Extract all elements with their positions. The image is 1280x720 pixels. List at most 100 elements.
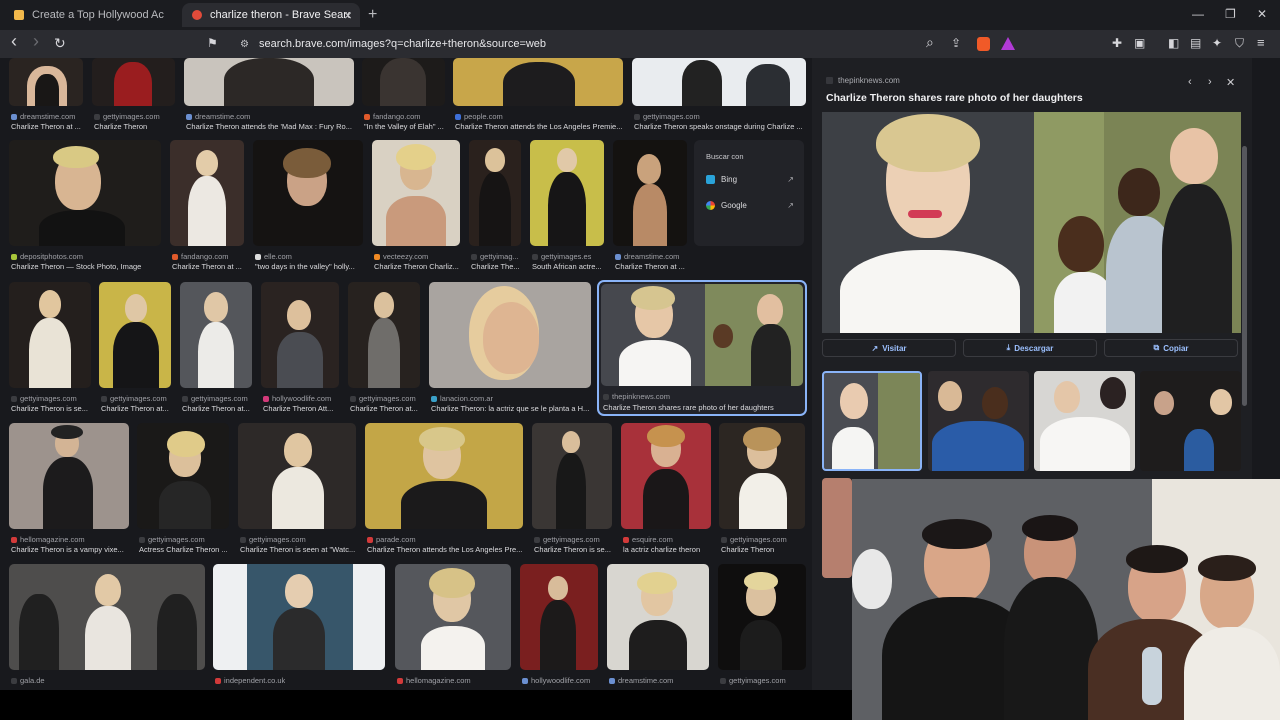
result-title[interactable]: Charlize Theron shares rare photo of her…: [603, 403, 774, 412]
result-source[interactable]: people.com: [455, 112, 503, 121]
leo-ai-icon[interactable]: ✦: [1212, 36, 1222, 50]
result-source[interactable]: fandango.com: [172, 252, 229, 261]
result-thumbnail[interactable]: [261, 282, 339, 388]
result-source[interactable]: gettyimages.es: [532, 252, 591, 261]
maximize-button[interactable]: ❐: [1225, 7, 1236, 21]
result-thumbnail[interactable]: [213, 564, 385, 670]
wallet-card-icon[interactable]: ▤: [1190, 36, 1201, 50]
result-thumbnail[interactable]: [607, 564, 709, 670]
result-source[interactable]: dreamstime.com: [609, 676, 673, 685]
result-title[interactable]: South African actre...: [532, 262, 602, 271]
result-source[interactable]: vecteezy.com: [374, 252, 428, 261]
result-thumbnail[interactable]: [520, 564, 598, 670]
related-image[interactable]: [822, 478, 852, 578]
result-thumbnail[interactable]: [238, 423, 356, 529]
bookmark-icon[interactable]: ⚑: [207, 36, 218, 50]
rewards-triangle-icon[interactable]: [1001, 37, 1015, 50]
preview-source[interactable]: thepinknews.com: [826, 76, 900, 85]
result-thumbnail[interactable]: [9, 140, 161, 246]
result-title[interactable]: Charlize Theron attends the Los Angeles …: [455, 122, 622, 131]
result-thumbnail[interactable]: [632, 58, 806, 106]
result-thumbnail[interactable]: [99, 282, 171, 388]
result-title[interactable]: Charlize Theron at...: [101, 404, 169, 413]
result-thumbnail[interactable]: [180, 282, 252, 388]
tab-tier-list[interactable]: Create a Top Hollywood Actress Tier: [4, 3, 174, 27]
result-thumbnail[interactable]: [9, 282, 91, 388]
result-source[interactable]: hellomagazine.com: [397, 676, 471, 685]
brave-shield-icon[interactable]: [977, 37, 990, 51]
result-thumbnail[interactable]: [530, 140, 604, 246]
related-image-selected[interactable]: [822, 371, 922, 471]
result-title[interactable]: Charlize Theron at ...: [615, 262, 685, 271]
result-source[interactable]: esquire.com: [623, 535, 673, 544]
result-source[interactable]: gettyimages.com: [101, 394, 167, 403]
result-thumbnail[interactable]: [92, 58, 175, 106]
result-source[interactable]: gettyimages.com: [720, 676, 786, 685]
share-icon[interactable]: ⇪: [951, 36, 961, 50]
result-source[interactable]: hollywoodlife.com: [263, 394, 331, 403]
download-button[interactable]: ⤓ Descargar: [963, 339, 1097, 357]
zoom-icon[interactable]: ⌕: [926, 34, 934, 51]
result-title[interactable]: Charlize Theron — Stock Photo, Image: [11, 262, 141, 271]
address-bar[interactable]: ⚙ search.brave.com/images?q=charlize+the…: [230, 32, 1030, 56]
result-source[interactable]: gettyimages.com: [11, 394, 77, 403]
sidebar-icon[interactable]: ◧: [1168, 36, 1179, 50]
result-source[interactable]: gettyimages.com: [634, 112, 700, 121]
puzzle-icon[interactable]: ✚: [1112, 36, 1122, 50]
result-title[interactable]: Charlize Theron attends the 'Mad Max : F…: [186, 122, 352, 131]
result-title[interactable]: Charlize Theron: la actriz que se le pla…: [431, 404, 589, 413]
result-source[interactable]: gettyimages.com: [240, 535, 306, 544]
result-title[interactable]: Charlize Theron at ...: [11, 122, 81, 131]
visit-button[interactable]: ↗ Visitar: [822, 339, 956, 357]
result-title[interactable]: la actriz charlize theron: [623, 545, 700, 554]
result-thumbnail[interactable]: [184, 58, 354, 106]
shield-icon[interactable]: ⛉: [1235, 36, 1244, 51]
result-thumbnail[interactable]: [469, 140, 521, 246]
result-title[interactable]: Charlize Theron attends the Los Angeles …: [367, 545, 522, 554]
result-source[interactable]: thepinknews.com: [603, 392, 670, 401]
result-thumbnail[interactable]: [9, 58, 83, 106]
result-source[interactable]: dreamstime.com: [615, 252, 679, 261]
related-image[interactable]: [928, 371, 1029, 471]
close-window-button[interactable]: ✕: [1257, 7, 1267, 21]
result-thumbnail[interactable]: [395, 564, 511, 670]
result-title[interactable]: Charlize Theron at...: [182, 404, 250, 413]
previous-image-button[interactable]: ‹: [1188, 76, 1192, 88]
result-thumbnail[interactable]: [719, 423, 805, 529]
result-source[interactable]: gala.de: [11, 676, 45, 685]
result-title[interactable]: Charlize Theron Charliz...: [374, 262, 459, 271]
result-source[interactable]: gettyimages.com: [534, 535, 600, 544]
image-result-selected[interactable]: thepinknews.com Charlize Theron shares r…: [597, 280, 807, 416]
result-title[interactable]: Actress Charlize Theron ...: [139, 545, 228, 554]
back-button[interactable]: ‹: [11, 31, 17, 52]
result-title[interactable]: Charlize Theron is seen at "Watc...: [240, 545, 355, 554]
result-title[interactable]: Charlize Theron at ...: [172, 262, 242, 271]
result-title[interactable]: Charlize Theron at...: [350, 404, 418, 413]
result-thumbnail[interactable]: [601, 284, 803, 386]
result-thumbnail[interactable]: [621, 423, 711, 529]
hamburger-menu-icon[interactable]: ≡: [1257, 35, 1265, 50]
result-thumbnail[interactable]: [9, 423, 129, 529]
result-title[interactable]: Charlize The...: [471, 262, 520, 271]
result-source[interactable]: gettyimag...: [471, 252, 519, 261]
preview-image[interactable]: [822, 112, 1241, 333]
result-thumbnail[interactable]: [365, 423, 523, 529]
result-source[interactable]: hellomagazine.com: [11, 535, 85, 544]
result-thumbnail[interactable]: [137, 423, 229, 529]
result-title[interactable]: Charlize Theron: [721, 545, 774, 554]
result-thumbnail[interactable]: [613, 140, 687, 246]
result-source[interactable]: gettyimages.com: [350, 394, 416, 403]
forward-button[interactable]: ›: [33, 31, 39, 52]
result-thumbnail[interactable]: [718, 564, 806, 670]
site-settings-icon[interactable]: ⚙: [240, 39, 249, 50]
result-source[interactable]: dreamstime.com: [186, 112, 250, 121]
result-source[interactable]: independent.co.uk: [215, 676, 285, 685]
result-title[interactable]: "In the Valley of Elah" ...: [364, 122, 444, 131]
result-source[interactable]: parade.com: [367, 535, 416, 544]
result-source[interactable]: gettyimages.com: [94, 112, 160, 121]
result-thumbnail[interactable]: [362, 58, 445, 106]
tab-brave-search[interactable]: charlize theron - Brave Search ×: [182, 3, 360, 27]
search-with-bing[interactable]: Bing ↗: [706, 170, 796, 188]
panel-scrollbar[interactable]: [1242, 146, 1247, 406]
result-thumbnail[interactable]: [453, 58, 623, 106]
